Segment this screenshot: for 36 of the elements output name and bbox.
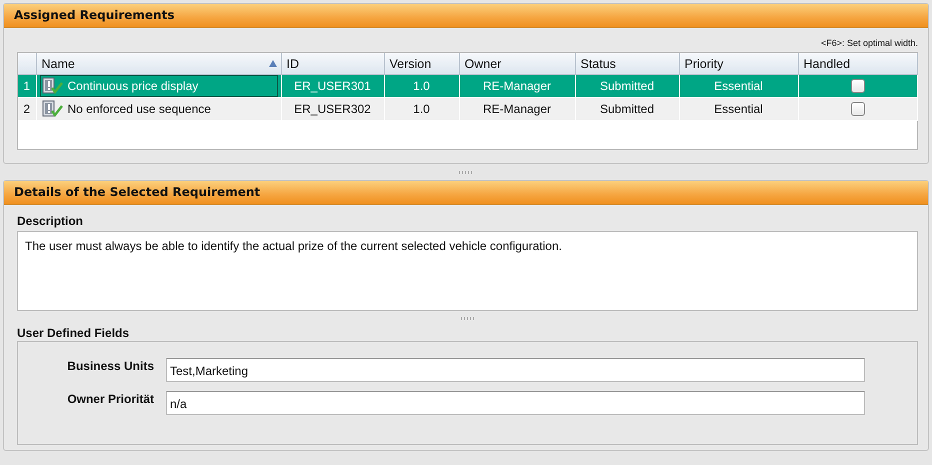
table-row[interactable]: 2 No enforced use sequence ER_USER302 1.0 RE-Manager Submitted Essential xyxy=(18,98,917,120)
table-cell: ER_USER302 xyxy=(294,102,371,116)
input-field[interactable]: n/a xyxy=(166,391,865,415)
handled-checkbox[interactable] xyxy=(850,79,864,94)
table-cell: Essential xyxy=(714,79,763,93)
requirement-name: Continuous price display xyxy=(68,79,198,93)
table-cell: 1.0 xyxy=(413,102,430,116)
column-header[interactable]: Priority xyxy=(679,53,798,74)
input-field[interactable]: Test,Marketing xyxy=(166,358,865,382)
column-header[interactable]: Status xyxy=(575,53,679,74)
document-check-icon xyxy=(42,100,64,118)
field-label: Owner Priorität xyxy=(66,391,154,406)
field-label: Business Units xyxy=(66,358,154,373)
document-check-icon xyxy=(42,77,64,95)
panel-title: Details of the Selected Requirement xyxy=(4,181,928,205)
hint-text: <F6>: Set optimal width. xyxy=(820,37,918,50)
section-label: Description xyxy=(17,213,84,230)
description-field[interactable]: The user must always be able to identify the actual prize of the current selected vehicle configuration. xyxy=(17,231,918,311)
column-header[interactable]: Handled xyxy=(798,53,917,74)
row-number: 1 xyxy=(23,79,30,93)
column-header[interactable]: Name xyxy=(36,53,281,74)
handled-checkbox[interactable] xyxy=(850,102,864,116)
panel-title: Assigned Requirements xyxy=(4,4,928,28)
table-cell: RE-Manager xyxy=(482,79,552,93)
requirement-name: No enforced use sequence xyxy=(68,102,211,116)
row-number: 2 xyxy=(23,102,30,116)
column-header[interactable]: Owner xyxy=(459,53,575,74)
table-cell: Submitted xyxy=(600,102,654,116)
column-header[interactable]: Version xyxy=(384,53,459,74)
table-cell: ER_USER301 xyxy=(294,79,371,93)
table-cell: 1.0 xyxy=(413,79,430,93)
table-cell: Submitted xyxy=(600,79,654,93)
table-cell: RE-Manager xyxy=(482,102,552,116)
section-label: User Defined Fields xyxy=(17,325,130,341)
table-cell: Essential xyxy=(714,102,763,116)
column-header[interactable]: ID xyxy=(281,53,384,74)
